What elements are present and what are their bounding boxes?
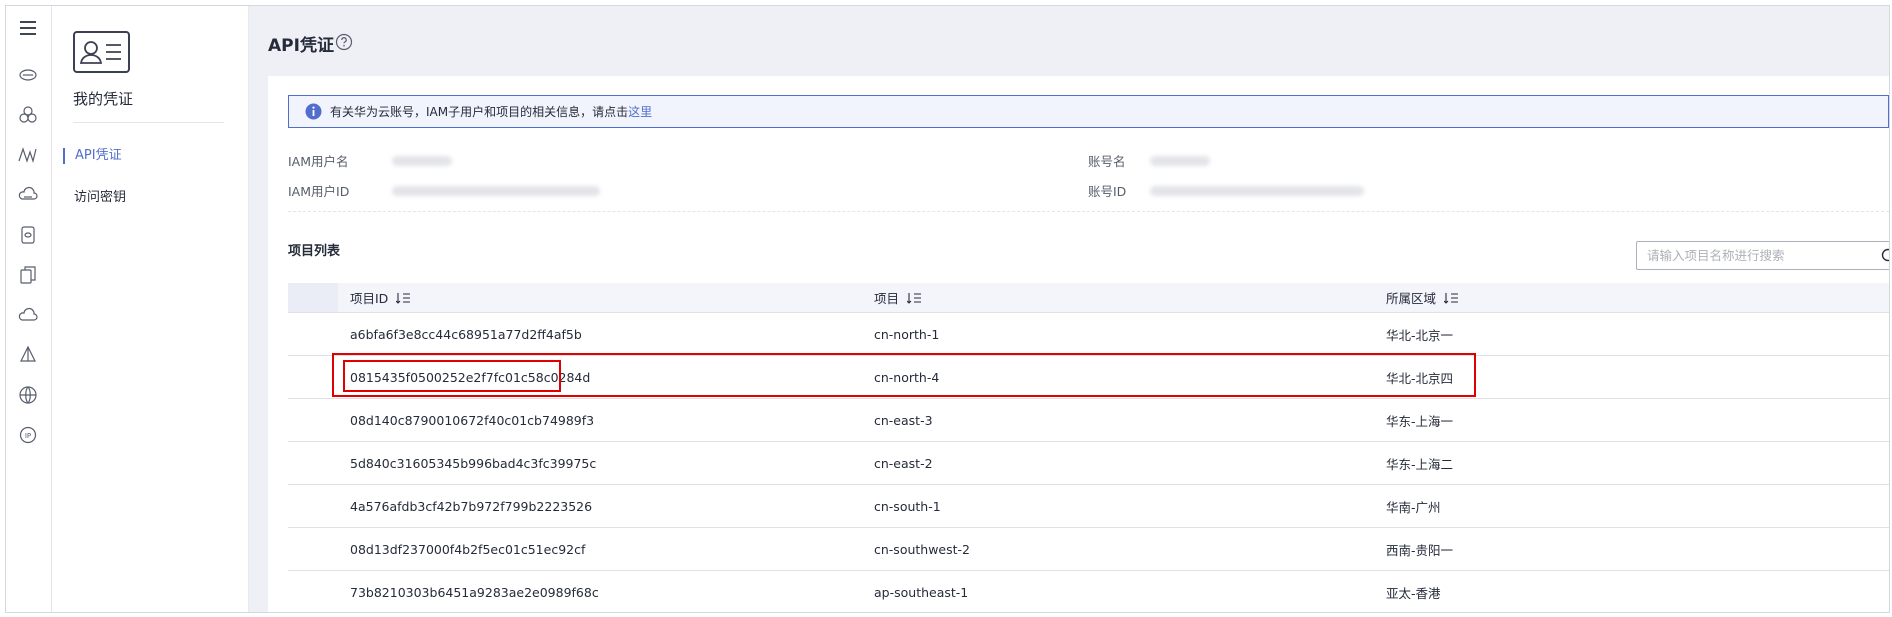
iam-user-name-value-redacted xyxy=(392,156,452,166)
cell-project-id: 73b8210303b6451a9283ae2e0989f68c xyxy=(350,584,599,600)
cell-region: 亚太-香港 xyxy=(1386,585,1441,601)
search-icon[interactable] xyxy=(1881,248,1890,264)
cell-region: 华南-广州 xyxy=(1386,499,1441,515)
ip-icon[interactable]: IP xyxy=(16,423,40,447)
cell-project-id: a6bfa6f3e8cc44c68951a77d2ff4af5b xyxy=(350,326,582,342)
account-name-label: 账号名 xyxy=(1088,154,1126,169)
project-search-box xyxy=(1636,241,1890,270)
credentials-panel: 有关华为云账号，IAM子用户和项目的相关信息，请点击 这里 IAM用户名 IAM用… xyxy=(268,76,1889,612)
cell-project-id: 5d840c31605345b996bad4c3fc39975c xyxy=(350,455,597,471)
id-card-icon xyxy=(73,31,130,73)
highlight-project-id-annotation xyxy=(343,360,561,392)
account-name-value-redacted xyxy=(1150,156,1210,166)
iam-user-name-label: IAM用户名 xyxy=(288,154,349,169)
document-copy-icon[interactable] xyxy=(16,263,40,287)
table-row: 5d840c31605345b996bad4c3fc39975c cn-east… xyxy=(288,442,1889,485)
cloud-icon[interactable] xyxy=(16,303,40,327)
column-header-label: 所属区域 xyxy=(1386,291,1437,306)
column-header-label: 项目ID xyxy=(350,291,389,306)
menu-icon[interactable] xyxy=(16,16,40,40)
sort-icon[interactable] xyxy=(1444,292,1459,304)
info-text: 有关华为云账号，IAM子用户和项目的相关信息，请点击 xyxy=(330,105,629,119)
cell-project: cn-southwest-2 xyxy=(874,541,971,557)
cell-project: ap-southeast-1 xyxy=(874,584,969,600)
cell-region: 华东-上海一 xyxy=(1386,413,1454,429)
cell-project-id: 08d140c8790010672f40c01cb74989f3 xyxy=(350,412,595,428)
info-icon xyxy=(305,103,322,120)
iam-user-id-value-redacted xyxy=(392,186,600,196)
table-row: 08d140c8790010672f40c01cb74989f3 cn-east… xyxy=(288,399,1889,442)
account-id-value-redacted xyxy=(1150,186,1364,196)
project-table: 项目ID 项目 所属区域 a6bfa6f3e8cc44c68951a77d2ff… xyxy=(288,283,1889,612)
page-title: API凭证 xyxy=(268,36,334,56)
credentials-sidebar: 我的凭证 API凭证 访问密钥 xyxy=(52,6,249,612)
column-header-project-id[interactable]: 项目ID xyxy=(350,283,411,312)
main-content: API凭证 有关华为云账号，IAM子用户和项目的相关信息，请点击 这里 IAM用户… xyxy=(249,6,1889,612)
sidebar-item-api-credentials[interactable]: API凭证 xyxy=(63,148,122,164)
cell-project-id: 08d13df237000f4b2f5ec01c51ec92cf xyxy=(350,541,586,557)
svg-text:IP: IP xyxy=(25,432,31,440)
table-row: 4a576afdb3cf42b7b972f799b2223526 cn-sout… xyxy=(288,485,1889,528)
service-rail: IP xyxy=(6,6,52,612)
sidebar-divider xyxy=(73,122,224,123)
help-icon[interactable] xyxy=(335,33,353,51)
table-row: 08d13df237000f4b2f5ec01c51ec92cf cn-sout… xyxy=(288,528,1889,571)
console-window: IP 我的凭证 API凭证 访问密钥 API凭证 有关华为云账号，IAM子用户和… xyxy=(5,5,1890,613)
project-search-input[interactable] xyxy=(1637,242,1877,269)
column-header-project[interactable]: 项目 xyxy=(874,283,922,312)
iam-user-id-label: IAM用户ID xyxy=(288,184,350,199)
database-icon[interactable] xyxy=(16,223,40,247)
cell-region: 西南-贵阳一 xyxy=(1386,542,1454,558)
cluster-icon[interactable] xyxy=(16,103,40,127)
table-gutter xyxy=(288,283,338,312)
cell-project: cn-east-3 xyxy=(874,412,933,428)
info-banner: 有关华为云账号，IAM子用户和项目的相关信息，请点击 这里 xyxy=(288,95,1889,128)
cloud-drive-icon[interactable] xyxy=(16,183,40,207)
account-id-label: 账号ID xyxy=(1088,184,1127,199)
sidebar-title: 我的凭证 xyxy=(73,90,134,108)
table-header: 项目ID 项目 所属区域 xyxy=(288,283,1889,313)
info-link[interactable]: 这里 xyxy=(628,103,652,120)
table-row: a6bfa6f3e8cc44c68951a77d2ff4af5b cn-nort… xyxy=(288,313,1889,356)
cell-project: cn-north-1 xyxy=(874,326,940,342)
cell-region: 华东-上海二 xyxy=(1386,456,1454,472)
sort-icon[interactable] xyxy=(396,292,411,304)
cell-project: cn-south-1 xyxy=(874,498,941,514)
project-list-title: 项目列表 xyxy=(288,244,341,259)
cell-region: 华北-北京一 xyxy=(1386,327,1454,343)
sidebar-item-access-keys[interactable]: 访问密钥 xyxy=(63,186,126,205)
cell-project: cn-east-2 xyxy=(874,455,933,471)
cloud-storage-icon[interactable] xyxy=(16,63,40,87)
network-triangle-icon[interactable] xyxy=(16,343,40,367)
column-header-label: 项目 xyxy=(874,291,900,306)
meta-divider xyxy=(288,211,1889,212)
table-row: 73b8210303b6451a9283ae2e0989f68c ap-sout… xyxy=(288,571,1889,612)
globe-icon[interactable] xyxy=(16,383,40,407)
column-header-region[interactable]: 所属区域 xyxy=(1386,283,1459,312)
sort-icon[interactable] xyxy=(907,292,922,304)
mountain-icon[interactable] xyxy=(16,143,40,167)
cell-project-id: 4a576afdb3cf42b7b972f799b2223526 xyxy=(350,498,593,514)
